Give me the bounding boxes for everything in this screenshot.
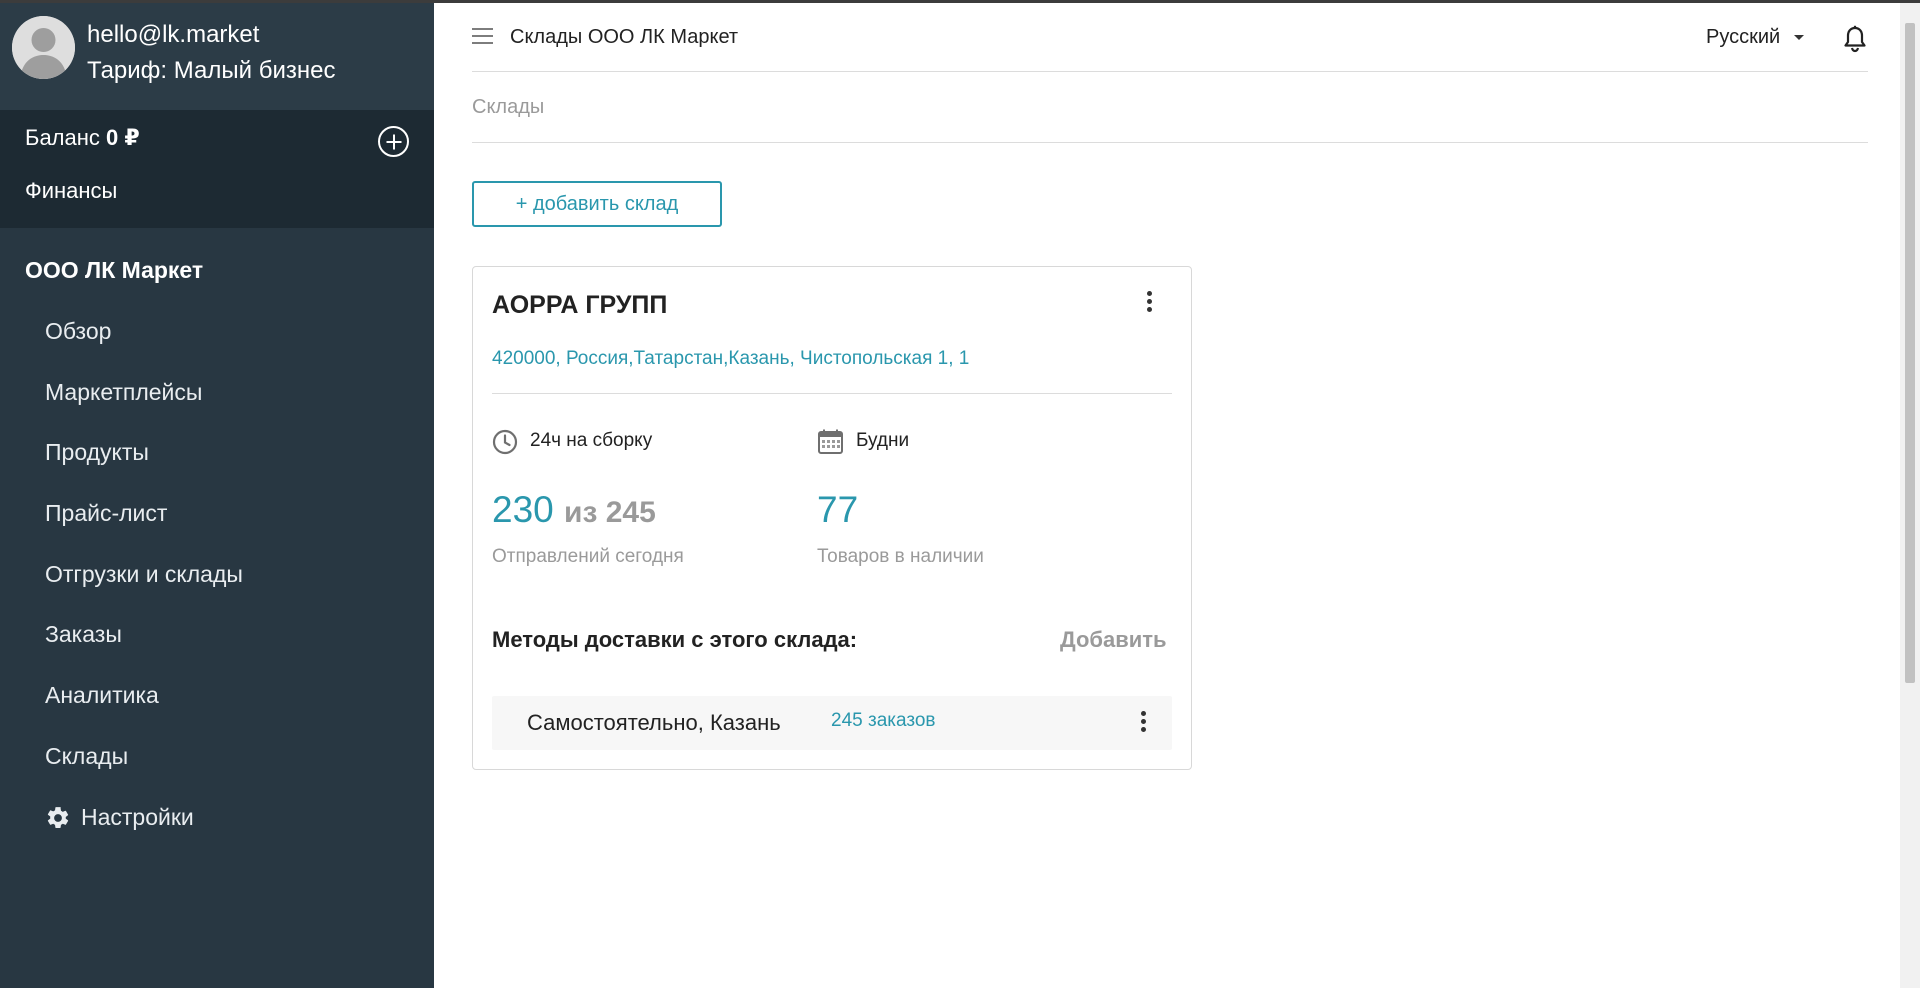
sidebar-item-label: Обзор — [45, 318, 112, 344]
main-content: Склады ООО ЛК Маркет Русский Склады + до… — [434, 0, 1900, 988]
sidebar-item-label: Заказы — [45, 621, 122, 648]
scrollbar[interactable] — [1900, 3, 1920, 988]
delivery-method-name: Самостоятельно, Казань — [527, 710, 781, 735]
sidebar-item-label: Настройки — [81, 803, 194, 830]
shipments-today: 230 из 245 — [492, 489, 656, 531]
warehouse-name: АОРРА ГРУПП — [492, 291, 668, 319]
sidebar-nav: Обзор Маркетплейсы Продукты Прайс-лист О… — [45, 318, 243, 864]
bell-icon[interactable] — [1842, 25, 1868, 53]
more-vert-icon[interactable] — [1145, 291, 1153, 315]
page-title: Склады ООО ЛК Маркет — [510, 26, 739, 48]
language-select[interactable]: Русский — [1706, 26, 1780, 49]
sidebar-item-overview[interactable]: Обзор — [45, 318, 243, 379]
avatar[interactable] — [12, 16, 75, 79]
sidebar-item-analytics[interactable]: Аналитика — [45, 682, 243, 743]
sidebar-item-price-list[interactable]: Прайс-лист — [45, 500, 243, 561]
stock-count: 77 — [817, 489, 859, 530]
add-balance-icon[interactable] — [378, 126, 409, 157]
balance-block: Баланс 0 ₽ Финансы — [0, 110, 434, 228]
balance-row: Баланс 0 ₽ — [25, 125, 140, 151]
sidebar-item-label: Склады — [45, 742, 129, 769]
gear-icon — [47, 806, 69, 828]
delivery-method-orders-link[interactable]: 245 заказов — [831, 710, 936, 732]
sidebar-item-shipments[interactable]: Отгрузки и склады — [45, 561, 243, 622]
caret-down-icon[interactable] — [1794, 35, 1804, 40]
org-title[interactable]: ООО ЛК Маркет — [25, 257, 203, 284]
add-delivery-method-link[interactable]: Добавить — [1060, 627, 1167, 653]
sidebar: hello@lk.market Тариф: Малый бизнес Бала… — [0, 0, 434, 988]
sidebar-item-settings[interactable]: Настройки — [45, 804, 243, 865]
calendar-icon — [818, 429, 843, 454]
sidebar-item-label: Маркетплейсы — [45, 378, 203, 405]
sidebar-item-finances[interactable]: Финансы — [25, 178, 117, 204]
stock-label: Товаров в наличии — [817, 546, 984, 567]
warehouse-card: АОРРА ГРУПП 420000, Россия,Татарстан,Каз… — [472, 266, 1192, 770]
shipments-total: из 245 — [564, 496, 656, 529]
sidebar-item-label: Отгрузки и склады — [45, 560, 243, 587]
sidebar-item-label: Аналитика — [45, 682, 159, 709]
window-top-border — [0, 0, 1920, 3]
delivery-method-row: Самостоятельно, Казань 245 заказов — [492, 696, 1172, 750]
balance-amount: 0 ₽ — [106, 125, 140, 150]
warehouse-address[interactable]: 420000, Россия,Татарстан,Казань, Чистопо… — [492, 348, 969, 370]
clock-icon — [492, 429, 518, 455]
sidebar-item-orders[interactable]: Заказы — [45, 621, 243, 682]
balance-label: Баланс — [25, 125, 100, 150]
menu-icon[interactable] — [472, 28, 493, 45]
sidebar-item-marketplaces[interactable]: Маркетплейсы — [45, 379, 243, 440]
work-schedule: Будни — [856, 430, 910, 451]
delivery-methods-title: Методы доставки с этого склада: — [492, 627, 858, 652]
card-divider — [492, 393, 1172, 394]
header-divider — [472, 71, 1868, 72]
shipments-label: Отправлений сегодня — [492, 546, 684, 567]
assembly-time: 24ч на сборку — [530, 430, 653, 451]
sidebar-item-warehouses[interactable]: Склады — [45, 743, 243, 804]
sidebar-item-products[interactable]: Продукты — [45, 439, 243, 500]
add-warehouse-button[interactable]: + добавить склад — [472, 181, 722, 227]
more-vert-icon[interactable] — [1139, 711, 1147, 735]
sidebar-item-label: Прайс-лист — [45, 500, 168, 527]
profile-email: hello@lk.market — [87, 21, 260, 48]
breadcrumb-divider — [472, 142, 1868, 143]
shipments-count: 230 — [492, 489, 554, 530]
profile-tariff: Тариф: Малый бизнес — [87, 57, 336, 84]
scrollbar-thumb[interactable] — [1905, 23, 1915, 683]
sidebar-item-label: Продукты — [45, 439, 149, 466]
profile-block[interactable]: hello@lk.market Тариф: Малый бизнес — [0, 0, 434, 110]
user-avatar-icon — [12, 16, 75, 79]
breadcrumb: Склады — [472, 96, 545, 118]
